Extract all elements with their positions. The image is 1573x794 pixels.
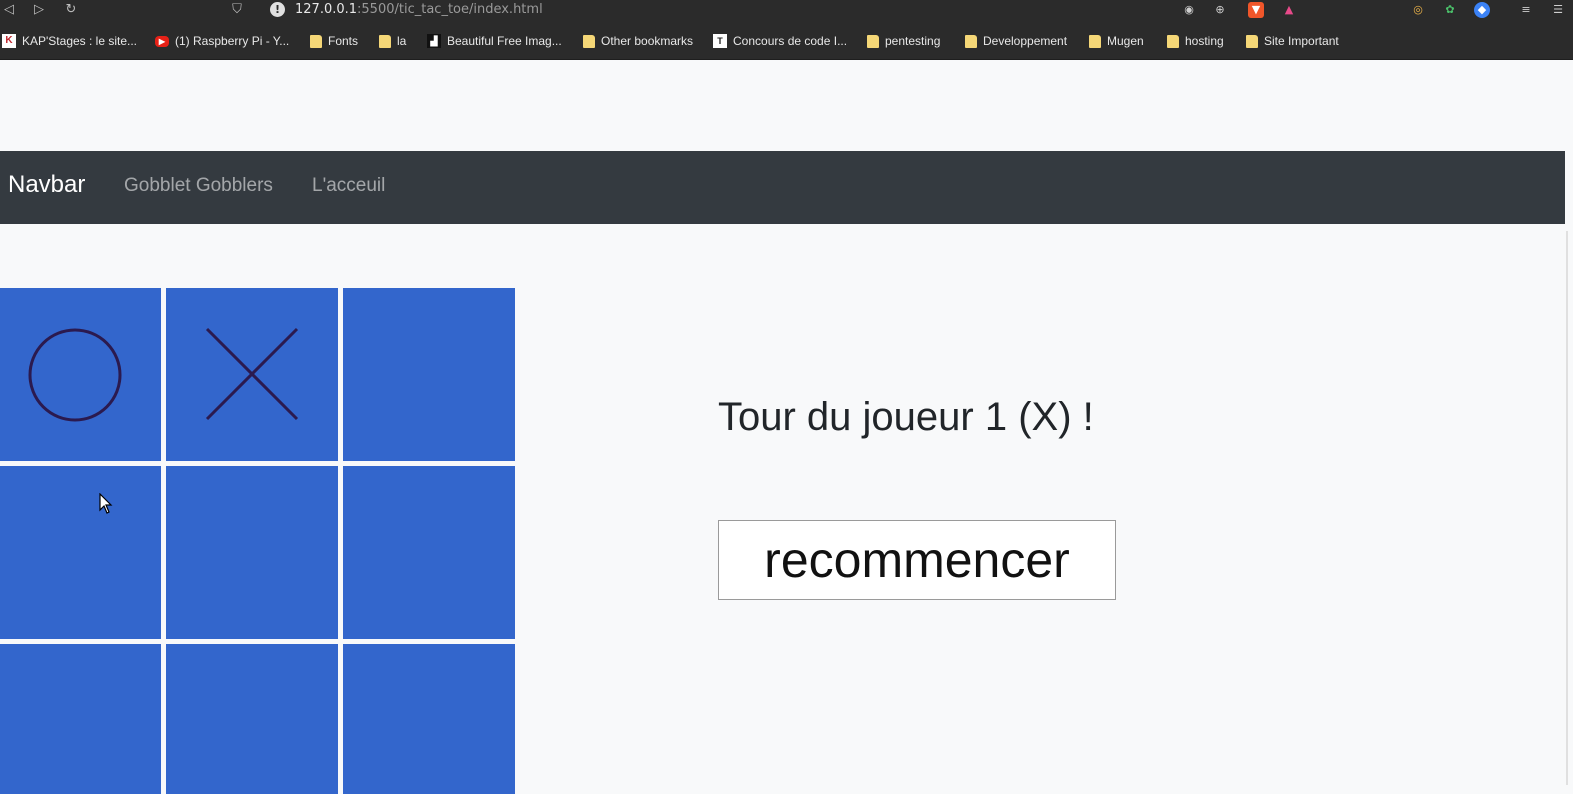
extension-ethereum-icon[interactable]: ◆ — [1474, 2, 1490, 18]
unsplash-favicon: ▟ — [427, 34, 441, 48]
bookmark-label: Site Important — [1264, 34, 1339, 48]
restart-button[interactable]: recommencer — [718, 520, 1116, 600]
board-cell[interactable] — [0, 644, 161, 794]
back-icon[interactable]: ◁ — [0, 1, 18, 19]
scrollbar-track[interactable] — [1566, 231, 1568, 785]
bookmarks-bar: K KAP'Stages : le site... ▶ (1) Raspberr… — [0, 20, 1573, 60]
folder-icon — [965, 34, 977, 48]
forward-icon[interactable]: ▷ — [30, 1, 48, 19]
bookmark-item[interactable]: Other bookmarks — [583, 32, 693, 50]
youtube-favicon: ▶ — [155, 35, 169, 47]
board-cell[interactable] — [343, 644, 515, 794]
bookmark-label: Beautiful Free Imag... — [447, 34, 562, 48]
navbar-brand[interactable]: Navbar — [8, 171, 85, 199]
bookmark-item[interactable]: la — [379, 32, 406, 50]
board-cell[interactable] — [166, 466, 338, 639]
bookmark-item[interactable]: ▟ Beautiful Free Imag... — [427, 32, 562, 50]
menu-icon[interactable]: ☰ — [1550, 2, 1566, 18]
bookmark-label: Other bookmarks — [601, 34, 694, 48]
url-host: 127.0.0.1 — [295, 2, 358, 17]
reload-icon[interactable]: ↻ — [62, 1, 80, 19]
nav-link-accueil[interactable]: L'acceuil — [312, 175, 385, 197]
folder-icon — [1246, 34, 1258, 48]
board-cell[interactable] — [166, 644, 338, 794]
bookmark-item[interactable]: hosting — [1167, 32, 1224, 50]
bookmark-label: Concours de code I... — [733, 34, 848, 48]
zoom-icon[interactable]: ⊕ — [1212, 2, 1228, 18]
o-mark-icon — [28, 328, 122, 422]
folder-icon — [1089, 34, 1101, 48]
folder-icon — [1167, 34, 1179, 48]
folder-icon — [379, 34, 391, 48]
broadcast-icon[interactable]: ◉ — [1181, 2, 1197, 18]
bookmark-item[interactable]: Developpement — [965, 32, 1067, 50]
extension-color-icon[interactable]: ✿ — [1442, 2, 1458, 18]
folder-icon — [867, 34, 879, 48]
bookmark-label: la — [397, 34, 407, 48]
board-cell[interactable] — [0, 288, 161, 461]
bookmark-item[interactable]: Mugen — [1089, 32, 1144, 50]
browser-toolbar: ◁ ▷ ↻ ⛉ ! 127.0.0.1:5500/tic_tac_toe/ind… — [0, 0, 1573, 20]
site-favicon: T — [713, 34, 727, 48]
bookmark-label: (1) Raspberry Pi - Y... — [175, 34, 290, 48]
bookmark-item[interactable]: T Concours de code I... — [713, 32, 847, 50]
page-content: Navbar Gobblet Gobblers L'acceuil Tour d… — [0, 61, 1573, 794]
board-cell[interactable] — [0, 466, 161, 639]
bookmark-item[interactable]: Site Important — [1246, 32, 1339, 50]
brave-shield-icon[interactable]: ▼ — [1248, 2, 1264, 18]
board-cell[interactable] — [166, 288, 338, 461]
bookmark-label: Fonts — [328, 34, 359, 48]
bookmark-item[interactable]: pentesting — [867, 32, 940, 50]
bookmark-page-icon[interactable]: ⛉ — [228, 1, 246, 19]
folder-icon — [583, 34, 595, 48]
x-mark-icon — [205, 327, 299, 421]
kapstages-favicon: K — [2, 34, 16, 48]
bookmark-label: KAP'Stages : le site... — [22, 34, 138, 48]
tic-tac-toe-board — [0, 288, 517, 794]
bookmark-label: Mugen — [1107, 34, 1144, 48]
address-bar[interactable]: 127.0.0.1:5500/tic_tac_toe/index.html — [295, 1, 543, 19]
bookmark-item[interactable]: K KAP'Stages : le site... — [2, 32, 137, 50]
extension-owl-icon[interactable]: ◎ — [1410, 2, 1426, 18]
url-path: :5500/tic_tac_toe/index.html — [357, 2, 543, 17]
turn-indicator: Tour du joueur 1 (X) ! — [718, 395, 1094, 439]
site-info-icon[interactable]: ! — [270, 2, 285, 17]
bookmark-label: hosting — [1185, 34, 1224, 48]
site-navbar: Navbar Gobblet Gobblers L'acceuil — [0, 151, 1565, 224]
mouse-cursor-icon — [99, 493, 113, 514]
bookmark-label: pentesting — [885, 34, 941, 48]
nav-link-gobblet[interactable]: Gobblet Gobblers — [124, 175, 273, 197]
board-cell[interactable] — [343, 288, 515, 461]
folder-icon — [310, 34, 322, 48]
board-cell[interactable] — [343, 466, 515, 639]
playlist-icon[interactable]: ≡ — [1518, 2, 1534, 18]
brave-rewards-icon[interactable]: ▲ — [1281, 2, 1297, 18]
bookmark-item[interactable]: Fonts — [310, 32, 358, 50]
bookmark-item[interactable]: ▶ (1) Raspberry Pi - Y... — [155, 32, 289, 50]
bookmark-label: Developpement — [983, 34, 1068, 48]
